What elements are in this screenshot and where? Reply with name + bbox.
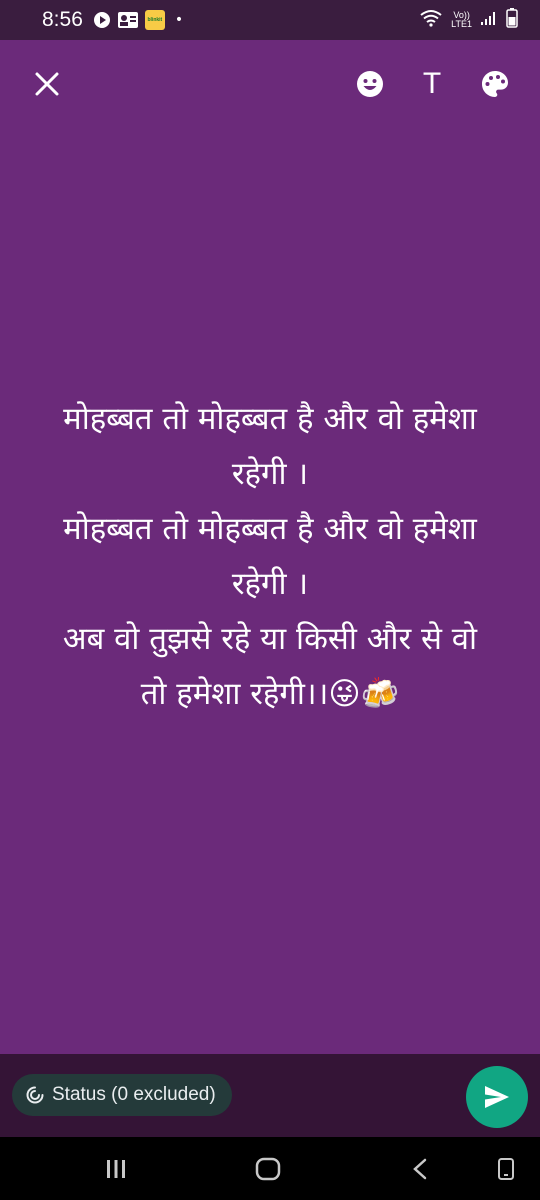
recents-icon [107,1160,125,1178]
send-button[interactable] [466,1066,528,1128]
audience-label: Status (0 excluded) [52,1084,216,1105]
close-icon [35,72,59,96]
text-icon: T [422,67,442,100]
contact-card-icon [117,11,139,29]
audience-selector[interactable]: Status (0 excluded) [12,1074,232,1116]
blinkit-icon: blinkit [144,10,165,30]
home-button[interactable] [246,1149,290,1189]
clock: 8:56 [42,8,83,31]
back-icon [413,1158,427,1180]
home-icon [255,1157,281,1181]
play-icon [93,11,111,29]
close-button[interactable] [25,62,69,106]
text-style-button[interactable]: T [410,62,454,106]
screenshot-button[interactable] [484,1149,528,1189]
recents-button[interactable] [94,1149,138,1189]
navigation-bar [0,1137,540,1200]
status-text[interactable]: मोहब्बत तो मोहब्बत है और वो हमेशा रहेगी … [20,392,520,722]
status-ring-icon [26,1086,44,1104]
network-type: Vo)) LTE1 [451,11,472,29]
wifi-icon [419,9,443,31]
palette-icon [482,71,508,97]
battery-icon [506,8,518,32]
color-button[interactable] [473,62,517,106]
screenshot-icon [498,1158,514,1180]
notification-dot: • [174,12,184,28]
send-icon [485,1086,509,1108]
status-bar: 8:56 blinkit • Vo)) LTE1 [0,0,540,40]
blinkit-label: blinkit [147,17,163,23]
signal-icon [480,10,498,30]
network-label-bottom: LTE1 [451,19,472,29]
bottom-bar: Status (0 excluded) [0,1054,540,1137]
emoji-button[interactable] [348,62,392,106]
back-button[interactable] [398,1149,442,1189]
emoji-icon [357,71,383,97]
